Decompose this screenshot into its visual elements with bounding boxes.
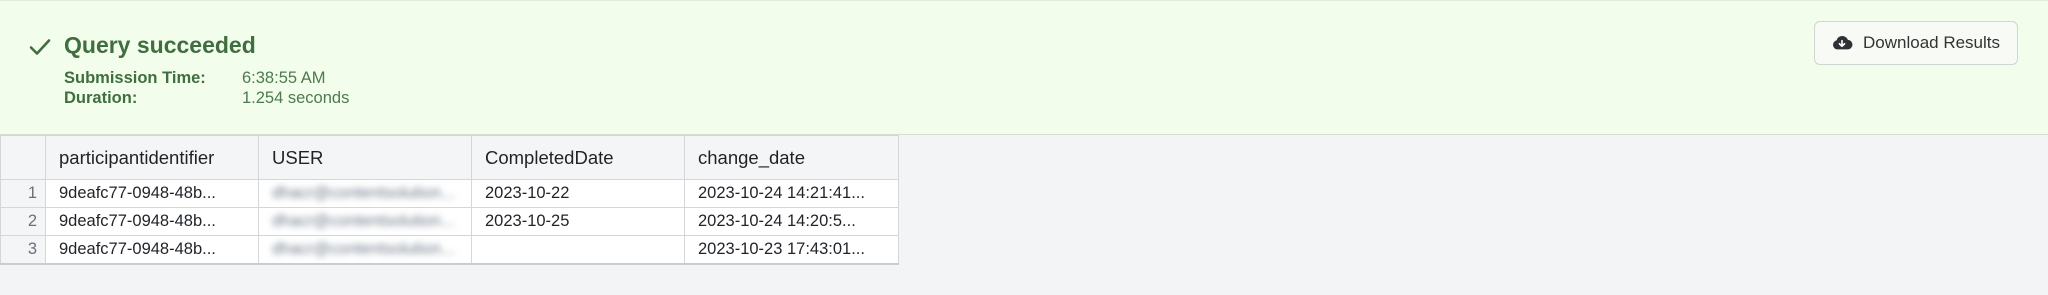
cell-user[interactable]: dhacr@contentsolution... <box>258 179 472 208</box>
submission-time-label: Submission Time: <box>64 69 206 87</box>
download-results-button[interactable]: Download Results <box>1814 21 2018 65</box>
results-table: participantidentifier USER CompletedDate… <box>0 135 899 265</box>
cloud-download-icon <box>1831 32 1853 54</box>
cell-completeddate[interactable] <box>471 235 685 265</box>
status-title: Query succeeded <box>64 32 256 58</box>
cell-change-date[interactable]: 2023-10-23 17:43:01... <box>684 235 899 265</box>
cell-participantidentifier[interactable]: 9deafc77-0948-48b... <box>45 179 259 208</box>
cell-completeddate[interactable]: 2023-10-25 <box>471 207 685 236</box>
submission-time-value: 6:38:55 AM <box>242 69 326 87</box>
column-header-user[interactable]: USER <box>258 135 472 180</box>
table-row: 3 9deafc77-0948-48b... dhacr@contentsolu… <box>0 235 899 265</box>
duration-label: Duration: <box>64 89 138 107</box>
query-status-panel: Query succeeded Submission Time: 6:38:55… <box>0 0 2048 135</box>
check-icon <box>28 35 52 59</box>
column-header-participantidentifier[interactable]: participantidentifier <box>45 135 259 180</box>
column-header-completeddate[interactable]: CompletedDate <box>471 135 685 180</box>
row-index: 2 <box>0 207 46 236</box>
cell-user[interactable]: dhacr@contentsolution... <box>258 235 472 265</box>
cell-user-text: dhacr@contentsolution... <box>272 239 455 258</box>
table-row: 1 9deafc77-0948-48b... dhacr@contentsolu… <box>0 179 899 208</box>
cell-user-text: dhacr@contentsolution... <box>272 212 455 230</box>
cell-user[interactable]: dhacr@contentsolution... <box>258 207 472 236</box>
table-row: 2 9deafc77-0948-48b... dhacr@contentsolu… <box>0 207 899 236</box>
cell-user-text: dhacr@contentsolution... <box>272 184 455 202</box>
row-index-header <box>0 135 46 180</box>
download-results-label: Download Results <box>1863 33 2001 52</box>
cell-change-date[interactable]: 2023-10-24 14:20:5... <box>684 207 899 236</box>
column-header-change-date[interactable]: change_date <box>684 135 899 180</box>
row-index: 3 <box>0 235 46 265</box>
cell-participantidentifier[interactable]: 9deafc77-0948-48b... <box>45 207 259 236</box>
row-index: 1 <box>0 179 46 208</box>
table-header-row: participantidentifier USER CompletedDate… <box>0 135 899 180</box>
cell-completeddate[interactable]: 2023-10-22 <box>471 179 685 208</box>
cell-change-date[interactable]: 2023-10-24 14:21:41... <box>684 179 899 208</box>
cell-participantidentifier[interactable]: 9deafc77-0948-48b... <box>45 235 259 265</box>
duration-value: 1.254 seconds <box>242 89 350 107</box>
